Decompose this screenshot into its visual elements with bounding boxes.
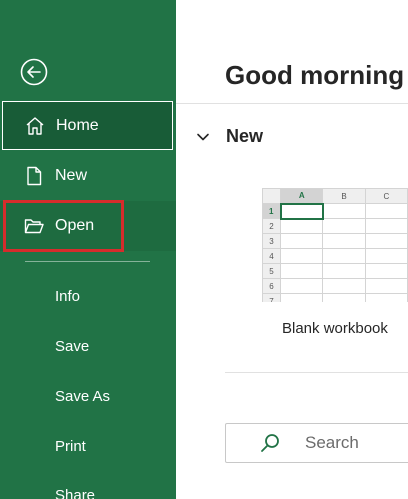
grid-cell	[280, 263, 324, 279]
sidebar-divider	[25, 261, 150, 262]
column-header: B	[322, 188, 366, 204]
grid-cell	[322, 293, 366, 302]
grid-cell	[364, 278, 408, 294]
nav-print[interactable]: Print	[55, 438, 86, 455]
new-section-label: New	[226, 126, 264, 146]
row-header: 2	[262, 218, 282, 234]
row-header: 7	[262, 293, 282, 302]
nav-info[interactable]: Info	[55, 288, 80, 305]
new-document-icon	[23, 165, 45, 187]
header-divider	[176, 103, 408, 104]
greeting-heading: Good morning	[225, 60, 405, 90]
nav-save[interactable]: Save	[55, 338, 89, 355]
column-header: C	[364, 188, 408, 204]
grid-corner	[262, 188, 282, 204]
grid-cell	[364, 248, 408, 264]
grid-cell	[280, 233, 324, 249]
grid-cell	[322, 248, 366, 264]
row-header: 1	[262, 203, 282, 219]
backstage-sidebar: Home New Open Info Save Save As Print Sh…	[0, 0, 176, 499]
nav-home-label: Home	[56, 116, 99, 134]
grid-cell	[280, 293, 324, 302]
row-header: 3	[262, 233, 282, 249]
chevron-down-icon	[196, 130, 210, 144]
grid-cell	[280, 278, 324, 294]
grid-cell	[322, 233, 366, 249]
open-highlight-box	[3, 200, 124, 252]
new-section-toggle[interactable]: New	[196, 126, 263, 147]
nav-share[interactable]: Share	[55, 487, 95, 499]
grid-cell	[364, 233, 408, 249]
grid-cell	[364, 293, 408, 302]
search-placeholder: Search	[305, 433, 359, 452]
nav-save-as[interactable]: Save As	[55, 388, 110, 405]
column-header: A	[280, 188, 324, 205]
blank-workbook-label[interactable]: Blank workbook	[282, 320, 388, 337]
grid-cell	[322, 218, 366, 234]
row-header: 4	[262, 248, 282, 264]
nav-new-label: New	[55, 167, 88, 184]
grid-cell	[280, 248, 324, 264]
back-arrow-icon[interactable]	[20, 58, 48, 86]
grid-cell	[322, 263, 366, 279]
grid-cell	[322, 203, 366, 219]
grid-cell	[364, 218, 408, 234]
search-box[interactable]: Search	[225, 423, 408, 463]
grid-cell	[364, 263, 408, 279]
blank-workbook-thumbnail[interactable]: A B C 1 2 3 4 5 6 7	[262, 188, 408, 302]
nav-new[interactable]: New	[0, 151, 176, 201]
section-divider	[225, 372, 408, 373]
active-cell	[279, 202, 324, 220]
row-header: 5	[262, 263, 282, 279]
grid-cell	[280, 218, 324, 234]
nav-home[interactable]: Home	[2, 101, 173, 150]
search-icon	[259, 432, 281, 454]
grid-cell	[364, 203, 408, 219]
grid-cell	[322, 278, 366, 294]
row-header: 6	[262, 278, 282, 294]
workbook-grid-preview: A B C 1 2 3 4 5 6 7	[262, 188, 408, 302]
home-icon	[24, 115, 46, 137]
